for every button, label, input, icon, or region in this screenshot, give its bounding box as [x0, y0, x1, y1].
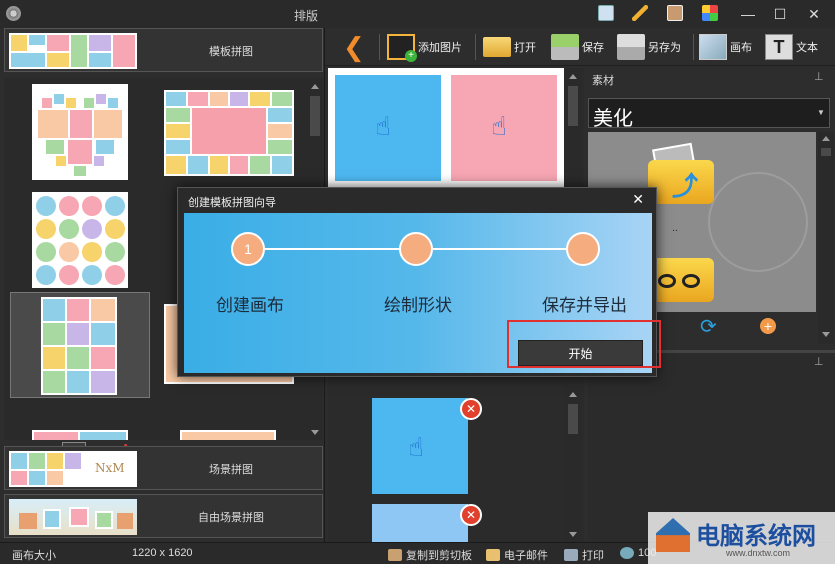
- envelope-icon: [486, 549, 500, 561]
- save-as-icon: [617, 34, 645, 60]
- click-hand-icon: ☝: [375, 111, 391, 141]
- print-label: 打印: [582, 550, 604, 562]
- step-2-marker: [399, 232, 433, 266]
- app-window: 排版 — ☐ ✕ 模板拼图 NxM 场景拼图 自由场景拼图 ❮ + 添加图片 打…: [0, 0, 835, 564]
- save-as-button[interactable]: 另存为: [617, 32, 681, 62]
- add-image-icon: +: [387, 34, 417, 62]
- free-scene-collage-thumb: [9, 499, 137, 535]
- photo-slot-1[interactable]: ☝: [332, 72, 444, 184]
- category-selected-value: 美化: [593, 108, 633, 130]
- chevron-down-icon: ▼: [817, 108, 825, 117]
- start-button-highlight: [507, 320, 661, 368]
- material-header: 素材 ⊥: [588, 68, 835, 88]
- dialog-title: 创建模板拼图向导: [188, 197, 276, 209]
- maximize-button[interactable]: ☐: [770, 4, 790, 24]
- folder-up-icon[interactable]: ⤴: [648, 142, 718, 206]
- canvas-icon: [699, 34, 727, 60]
- open-folder-icon: [483, 37, 511, 57]
- photo-list: ☝ ✕ ✕: [328, 386, 582, 542]
- avatar-icon[interactable]: [667, 5, 683, 21]
- canvas-page: ☝ ☝: [328, 68, 564, 188]
- title-bar: 排版 — ☐ ✕: [0, 0, 835, 28]
- canvas-size-value: 1220 x 1620: [132, 547, 193, 559]
- canvas-label: 画布: [730, 42, 752, 54]
- canvas-scrollbar[interactable]: [564, 68, 582, 188]
- template-thumb-row-1[interactable]: [32, 430, 128, 440]
- house-logo-icon: [656, 518, 690, 552]
- click-hand-icon: ☝: [491, 111, 507, 141]
- step-2-label: 绘制形状: [384, 296, 452, 316]
- scene-thumb-nxm-text: NxM: [95, 461, 125, 475]
- add-material-icon[interactable]: +: [760, 318, 776, 334]
- magnifier-icon: [620, 547, 634, 559]
- clipboard-icon: [388, 549, 402, 561]
- template-thumb-circles[interactable]: [32, 192, 128, 288]
- free-scene-collage-label: 自由场景拼图: [198, 512, 264, 524]
- template-collage-thumb: [9, 33, 137, 69]
- text-button[interactable]: T 文本: [765, 32, 818, 62]
- window-title: 排版: [293, 9, 318, 23]
- material-label: 素材: [592, 75, 614, 87]
- scene-collage-tab[interactable]: NxM 场景拼图: [4, 446, 323, 490]
- pin-icon[interactable]: ⊥: [814, 70, 824, 83]
- free-scene-collage-tab[interactable]: 自由场景拼图: [4, 494, 323, 538]
- photo-list-item-1[interactable]: ☝: [372, 398, 468, 494]
- material-scrollbar[interactable]: [818, 132, 834, 344]
- folder-caption: ..: [672, 222, 679, 234]
- step-3-label: 保存并导出: [542, 296, 627, 316]
- category-select[interactable]: 美化 ▼: [588, 98, 830, 130]
- photo-list-item-2[interactable]: [372, 504, 468, 542]
- step-1-label: 创建画布: [216, 296, 284, 316]
- print-button[interactable]: 打印: [564, 547, 604, 563]
- refresh-icon[interactable]: ⟳: [700, 314, 717, 339]
- text-icon: T: [765, 34, 793, 60]
- watermark-text: 电脑系统网: [696, 523, 816, 550]
- open-button[interactable]: 打开: [483, 32, 536, 62]
- printer-icon: [564, 549, 578, 561]
- add-image-button[interactable]: + 添加图片: [387, 32, 462, 62]
- open-label: 打开: [514, 42, 536, 54]
- save-icon: [551, 34, 579, 60]
- add-image-label: 添加图片: [418, 42, 462, 54]
- template-collage-label: 模板拼图: [209, 46, 253, 58]
- dialog-close-button[interactable]: ✕: [632, 191, 644, 208]
- close-button[interactable]: ✕: [804, 4, 824, 24]
- copy-clipboard-label: 复制到剪切板: [406, 550, 472, 562]
- palette-icon[interactable]: [702, 5, 718, 21]
- photo-slot-2[interactable]: ☝: [448, 72, 560, 184]
- scene-collage-label: 场景拼图: [209, 464, 253, 476]
- copy-clipboard-button[interactable]: 复制到剪切板: [388, 547, 472, 563]
- main-toolbar: ❮ + 添加图片 打开 保存 另存为 画布 T 文本: [325, 28, 835, 66]
- document-icon[interactable]: [598, 5, 614, 21]
- save-button[interactable]: 保存: [551, 32, 604, 62]
- scene-collage-thumb: NxM: [9, 451, 137, 487]
- back-arrow-icon[interactable]: ❮: [343, 34, 365, 60]
- remove-photo-icon[interactable]: ✕: [460, 398, 482, 420]
- pencil-icon[interactable]: [632, 5, 648, 21]
- template-collage-tab[interactable]: 模板拼图: [4, 28, 323, 72]
- step-3-marker: [566, 232, 600, 266]
- remove-photo-icon[interactable]: ✕: [460, 504, 482, 526]
- site-watermark: 电脑系统网 www.dnxtw.com: [648, 512, 835, 564]
- watermark-url: www.dnxtw.com: [726, 548, 791, 558]
- email-label: 电子邮件: [504, 550, 548, 562]
- template-thumb-frame[interactable]: [164, 90, 294, 176]
- pin-icon[interactable]: ⊥: [814, 355, 824, 368]
- canvas-size-label: 画布大小: [12, 550, 56, 562]
- minimize-button[interactable]: —: [738, 4, 758, 24]
- photo-list-scrollbar[interactable]: [564, 386, 582, 542]
- floral-pattern: [708, 172, 808, 272]
- step-1-marker: 1: [231, 232, 265, 266]
- text-label: 文本: [796, 42, 818, 54]
- save-as-label: 另存为: [648, 42, 681, 54]
- save-label: 保存: [582, 42, 604, 54]
- template-thumb-grid-selected[interactable]: [10, 292, 150, 398]
- template-thumb-heart[interactable]: [32, 84, 128, 180]
- folder-glasses-icon[interactable]: [648, 244, 718, 304]
- template-thumb-row-2[interactable]: [180, 430, 276, 440]
- email-button[interactable]: 电子邮件: [486, 547, 548, 563]
- canvas-button[interactable]: 画布: [699, 32, 752, 62]
- click-hand-icon: ☝: [408, 432, 424, 462]
